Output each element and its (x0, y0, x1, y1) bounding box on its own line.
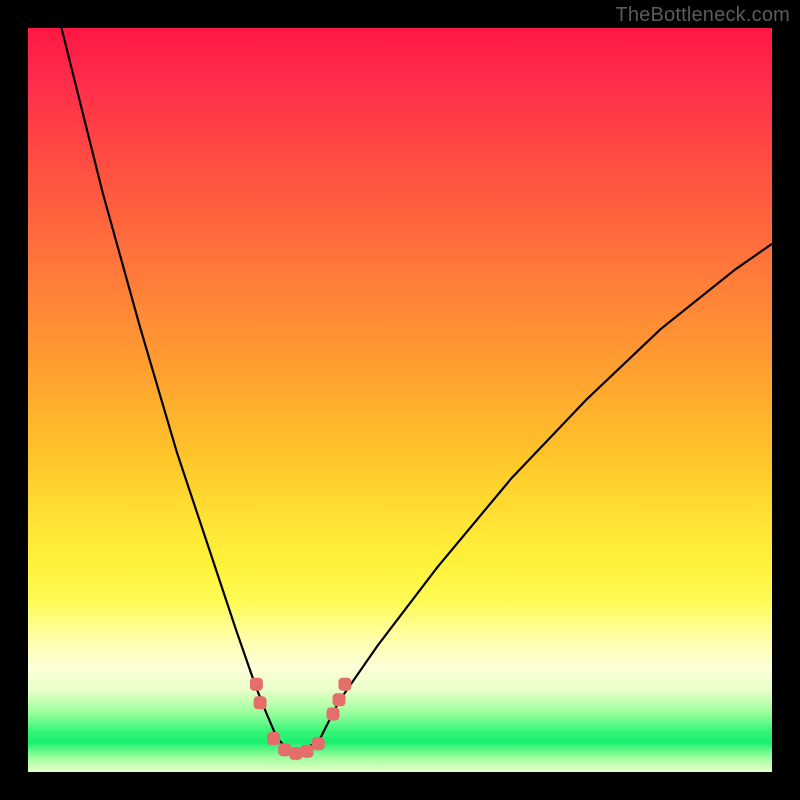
curve-svg (28, 28, 772, 772)
data-marker (289, 747, 302, 760)
marker-group (250, 678, 352, 760)
curve-right-branch (292, 244, 772, 754)
curve-left-branch (62, 28, 293, 753)
data-marker (338, 678, 351, 691)
data-marker (327, 708, 340, 721)
data-marker (312, 737, 325, 750)
data-marker (301, 745, 314, 758)
plot-area (28, 28, 772, 772)
curve-group (62, 28, 773, 753)
watermark-text: TheBottleneck.com (615, 4, 790, 27)
data-marker (250, 678, 263, 691)
data-marker (254, 696, 267, 709)
data-marker (278, 743, 291, 756)
data-marker (267, 732, 280, 745)
outer-frame: TheBottleneck.com (0, 0, 800, 800)
data-marker (333, 693, 346, 706)
